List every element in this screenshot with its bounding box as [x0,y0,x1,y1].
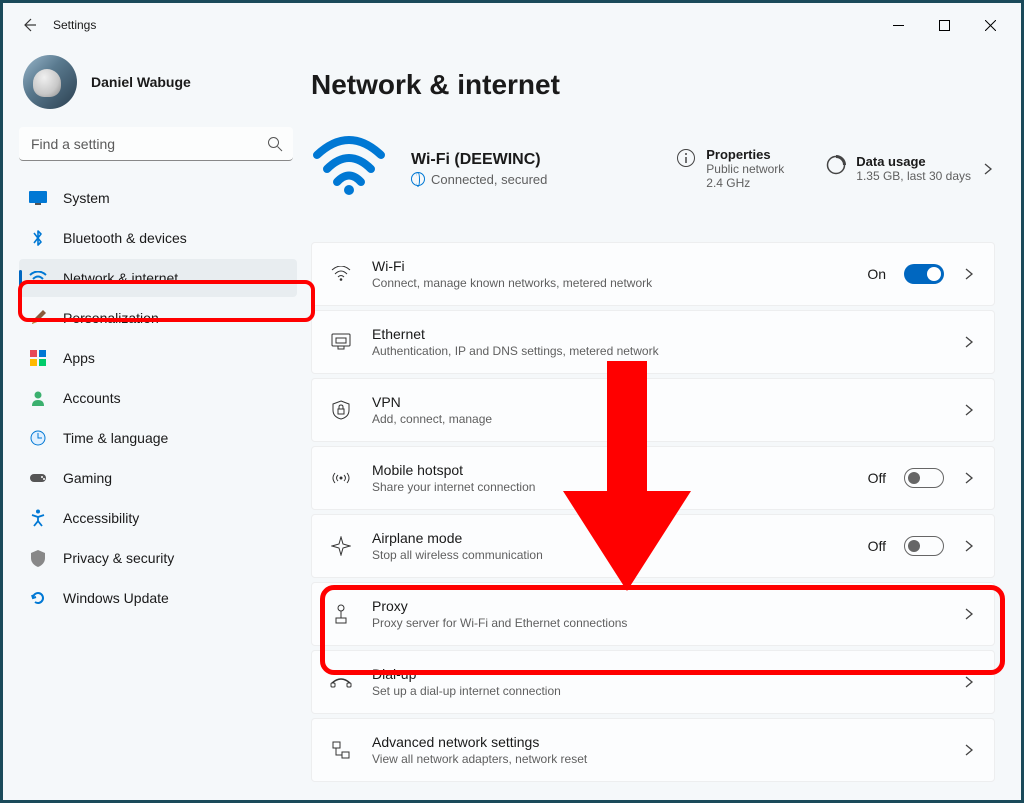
settings-list: Wi-Fi Connect, manage known networks, me… [311,242,995,782]
item-airplane[interactable]: Airplane mode Stop all wireless communic… [311,514,995,578]
person-icon [29,389,47,407]
sidebar-item-network[interactable]: Network & internet [19,259,297,297]
wifi-icon [29,269,47,287]
search-icon [267,136,283,152]
sidebar-item-privacy[interactable]: Privacy & security [19,539,297,577]
sidebar-item-personalization[interactable]: Personalization [19,299,297,337]
main-content: Network & internet Wi-Fi (DEEWINC) Conne… [303,47,1021,800]
arrow-left-icon [21,17,37,33]
profile-name: Daniel Wabuge [91,74,191,90]
clock-globe-icon [29,429,47,447]
chevron-right-icon [962,471,976,485]
update-icon [29,589,47,607]
chevron-right-icon [962,403,976,417]
wifi-name: Wi-Fi (DEEWINC) [411,151,547,169]
sidebar-item-label: Windows Update [63,590,169,606]
chevron-right-icon [962,607,976,621]
maximize-button[interactable] [921,8,967,42]
sidebar-item-accessibility[interactable]: Accessibility [19,499,297,537]
sidebar-item-time[interactable]: Time & language [19,419,297,457]
item-dialup[interactable]: Dial-up Set up a dial-up internet connec… [311,650,995,714]
sidebar-item-label: Gaming [63,470,112,486]
sidebar-item-accounts[interactable]: Accounts [19,379,297,417]
sidebar-item-apps[interactable]: Apps [19,339,297,377]
search-input[interactable] [19,127,293,161]
search-box[interactable] [19,127,293,161]
wifi-info: Wi-Fi (DEEWINC) Connected, secured [411,151,547,187]
item-advanced[interactable]: Advanced network settings View all netwo… [311,718,995,782]
minimize-icon [893,20,904,31]
nav-list: System Bluetooth & devices Network & int… [19,179,297,617]
dialup-icon [330,675,352,689]
sidebar-item-update[interactable]: Windows Update [19,579,297,617]
chevron-right-icon [962,539,976,553]
data-usage-icon [826,155,846,175]
sidebar-item-system[interactable]: System [19,179,297,217]
sidebar-item-label: Apps [63,350,95,366]
item-proxy[interactable]: Proxy Proxy server for Wi-Fi and Etherne… [311,582,995,646]
shield-lock-icon [330,400,352,420]
chevron-right-icon[interactable] [981,162,995,176]
maximize-icon [939,20,950,31]
close-icon [985,20,996,31]
info-icon [676,148,696,168]
ethernet-icon [330,333,352,351]
properties-link[interactable]: Properties Public network 2.4 GHz [676,147,816,190]
profile[interactable]: Daniel Wabuge [19,49,297,127]
back-button[interactable] [11,7,47,43]
item-wifi[interactable]: Wi-Fi Connect, manage known networks, me… [311,242,995,306]
airplane-toggle[interactable] [904,536,944,556]
page-title: Network & internet [311,69,995,101]
hotspot-icon [330,470,352,486]
proxy-icon [330,604,352,624]
wifi-toggle[interactable] [904,264,944,284]
sidebar-item-label: Accounts [63,390,121,406]
shield-icon [29,549,47,567]
paintbrush-icon [29,309,47,327]
item-hotspot[interactable]: Mobile hotspot Share your internet conne… [311,446,995,510]
sidebar-item-label: Network & internet [63,270,178,286]
item-vpn[interactable]: VPN Add, connect, manage [311,378,995,442]
titlebar: Settings [3,3,1021,47]
hotspot-toggle[interactable] [904,468,944,488]
wifi-icon [330,266,352,282]
accessibility-icon [29,509,47,527]
sidebar-item-label: Time & language [63,430,168,446]
airplane-icon [330,536,352,556]
sidebar-item-label: Bluetooth & devices [63,230,187,246]
window-controls [875,8,1013,42]
bluetooth-icon [29,229,47,247]
close-button[interactable] [967,8,1013,42]
sidebar-item-label: Privacy & security [63,550,174,566]
sidebar-item-bluetooth[interactable]: Bluetooth & devices [19,219,297,257]
globe-icon [411,172,425,186]
chevron-right-icon [962,335,976,349]
chevron-right-icon [962,267,976,281]
sidebar-item-label: Accessibility [63,510,139,526]
sidebar-item-label: Personalization [63,310,159,326]
sidebar-item-label: System [63,190,110,206]
chevron-right-icon [962,743,976,757]
apps-icon [29,349,47,367]
advanced-network-icon [330,740,352,760]
minimize-button[interactable] [875,8,921,42]
avatar [23,55,77,109]
app-title: Settings [53,18,96,32]
display-icon [29,189,47,207]
sidebar-item-gaming[interactable]: Gaming [19,459,297,497]
wifi-connection-state: Connected, secured [431,172,547,187]
wifi-status-row: Wi-Fi (DEEWINC) Connected, secured Prope… [311,129,995,208]
chevron-right-icon [962,675,976,689]
item-ethernet[interactable]: Ethernet Authentication, IP and DNS sett… [311,310,995,374]
sidebar: Daniel Wabuge System Bluetooth & devices… [3,47,303,800]
gaming-icon [29,469,47,487]
data-usage-link[interactable]: Data usage 1.35 GB, last 30 days [826,154,971,183]
wifi-large-icon [311,129,387,208]
